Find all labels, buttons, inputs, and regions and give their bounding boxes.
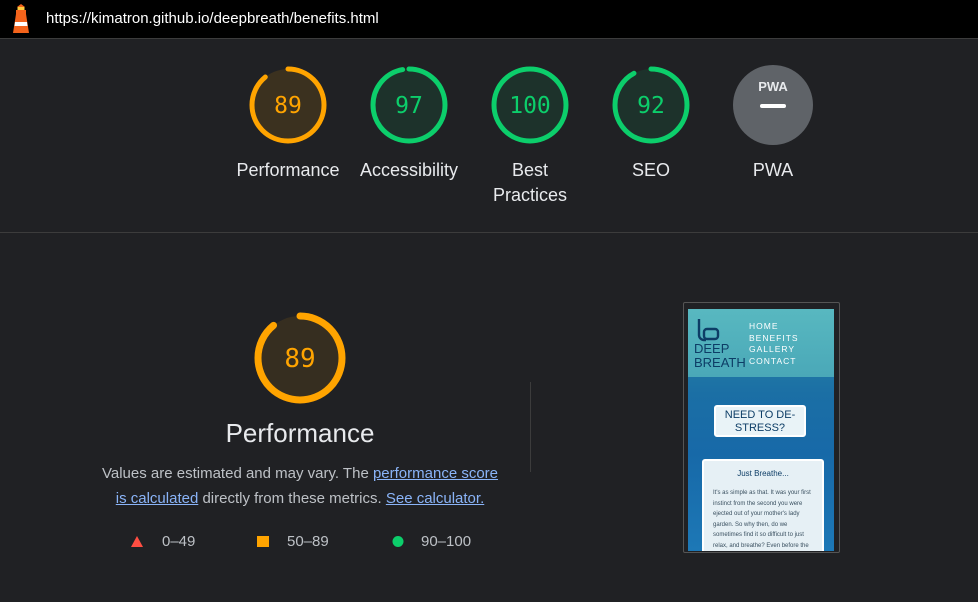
square-icon (257, 536, 269, 547)
gauge-best-practices[interactable]: 100 Best Practices (470, 64, 590, 208)
gauge-label: PWA (752, 160, 794, 180)
legend-pass: 90–100 (391, 533, 471, 550)
pwa-badge-icon: PWA (758, 79, 788, 94)
screenshot-header: DEEP BREATH HOME BENEFITS GALLERY CONTAC… (688, 309, 834, 377)
vertical-divider (530, 382, 531, 472)
screenshot-cta: NEED TO DE- STRESS? (714, 405, 806, 437)
gauge-score: 92 (637, 93, 665, 119)
url-text[interactable]: https://kimatron.github.io/deepbreath/be… (46, 10, 379, 27)
screenshot-nav: HOME BENEFITS GALLERY CONTACT (749, 321, 799, 366)
final-screenshot[interactable]: DEEP BREATH HOME BENEFITS GALLERY CONTAC… (683, 302, 840, 553)
address-bar: https://kimatron.github.io/deepbreath/be… (0, 0, 978, 39)
gauge-score: 89 (274, 93, 302, 119)
screenshot-card: Just Breathe... It's as simple as that. … (702, 459, 824, 551)
gauge-ring: 97 (370, 66, 448, 144)
gauge-pwa[interactable]: PWA PWA (713, 64, 833, 183)
lighthouse-icon (13, 4, 29, 33)
gauge-ring: 92 (612, 66, 690, 144)
performance-gauge-large[interactable]: 89 (250, 308, 350, 408)
gauge-label: Performance (236, 160, 340, 180)
dash-icon (760, 104, 786, 108)
screenshot-page: DEEP BREATH HOME BENEFITS GALLERY CONTAC… (688, 309, 834, 551)
circle-icon (392, 536, 404, 547)
score-gauges: 89 Performance 97 Accessibility 100 Best Pract… (0, 39, 978, 232)
gauge-performance[interactable]: 89 Performance (228, 64, 348, 183)
screenshot-card-text: It's as simple as that. It was your firs… (713, 490, 811, 549)
performance-title: Performance (225, 418, 375, 448)
performance-description: Values are estimated and may vary. The p… (101, 465, 499, 507)
gauge-score: 100 (509, 93, 551, 119)
legend-average: 50–89 (256, 533, 329, 550)
gauge-ring: 100 (491, 66, 569, 144)
gauge-label: Best Practices (492, 160, 568, 205)
gauge-accessibility[interactable]: 97 Accessibility (349, 64, 469, 183)
legend-fail: 0–49 (130, 533, 195, 550)
triangle-icon (131, 536, 143, 547)
divider (0, 232, 978, 233)
screenshot-brand: DEEP BREATH (694, 341, 746, 370)
gauge-score: 97 (395, 93, 423, 119)
gauge-seo[interactable]: 92 SEO (591, 64, 711, 183)
gauge-label: Accessibility (359, 160, 459, 180)
gauge-label: SEO (631, 160, 670, 180)
performance-score-large: 89 (284, 344, 315, 374)
gauge-ring: PWA (733, 65, 813, 145)
gauge-ring: 89 (249, 66, 327, 144)
see-calculator-link[interactable]: See calculator. (386, 490, 484, 507)
